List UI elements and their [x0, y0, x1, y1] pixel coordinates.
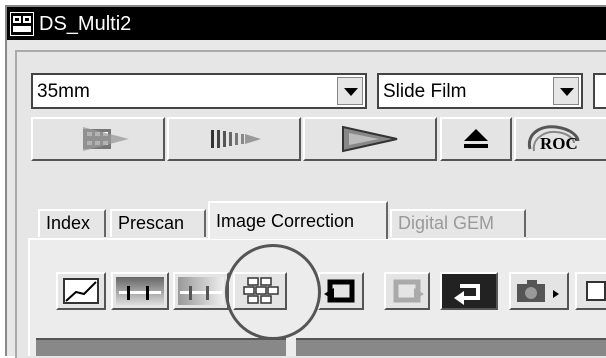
- redo-icon: [393, 279, 424, 303]
- prescan-icon: [211, 130, 261, 148]
- roc-label: ROC: [540, 134, 578, 153]
- window-title: DS_Multi2: [39, 13, 132, 35]
- brightness-contrast-icon: [116, 277, 164, 305]
- undo-button[interactable]: [318, 272, 364, 310]
- title-bar: DS_Multi2: [7, 7, 606, 40]
- brightness-contrast-button[interactable]: [111, 272, 169, 310]
- extra-select[interactable]: [593, 73, 606, 109]
- color-balance-button[interactable]: [173, 272, 229, 310]
- tab-prescan[interactable]: Prescan: [110, 209, 206, 237]
- reset-icon: [454, 284, 480, 305]
- chevron-down-icon[interactable]: [337, 77, 363, 105]
- reset-button[interactable]: [440, 272, 498, 310]
- tab-image-correction[interactable]: Image Correction: [208, 201, 388, 239]
- film-type-select[interactable]: Slide Film: [377, 73, 583, 109]
- film-format-select[interactable]: 35mm: [31, 73, 367, 109]
- index-scan-icon: [83, 127, 129, 151]
- scan-icon: [342, 125, 398, 153]
- arrow-right-icon: [586, 281, 606, 301]
- redo-button[interactable]: [384, 272, 430, 310]
- tone-curve-icon: [63, 278, 99, 304]
- tab-digital-gem[interactable]: Digital GEM: [390, 209, 526, 237]
- roc-button[interactable]: ROC: [514, 117, 606, 161]
- preview-pane-right: [296, 338, 606, 356]
- roc-icon: ROC: [527, 125, 580, 153]
- app-icon: [10, 12, 34, 36]
- eject-button[interactable]: [440, 117, 512, 161]
- film-format-value: 35mm: [37, 81, 90, 102]
- more-tools-button[interactable]: [575, 272, 606, 310]
- eject-icon: [464, 129, 488, 148]
- tone-curve-button[interactable]: [56, 272, 106, 310]
- undo-icon: [324, 279, 355, 303]
- prescan-button[interactable]: [167, 117, 301, 161]
- film-type-value: Slide Film: [383, 81, 467, 102]
- snapshot-icon: [517, 280, 559, 302]
- index-scan-button[interactable]: [31, 117, 165, 161]
- snapshot-button[interactable]: [509, 272, 569, 310]
- highlight-circle: [225, 244, 321, 340]
- preview-pane-left: [36, 338, 286, 356]
- tab-index[interactable]: Index: [38, 209, 106, 237]
- color-balance-icon: [178, 277, 224, 305]
- chevron-down-icon[interactable]: [553, 77, 579, 105]
- scan-button[interactable]: [303, 117, 437, 161]
